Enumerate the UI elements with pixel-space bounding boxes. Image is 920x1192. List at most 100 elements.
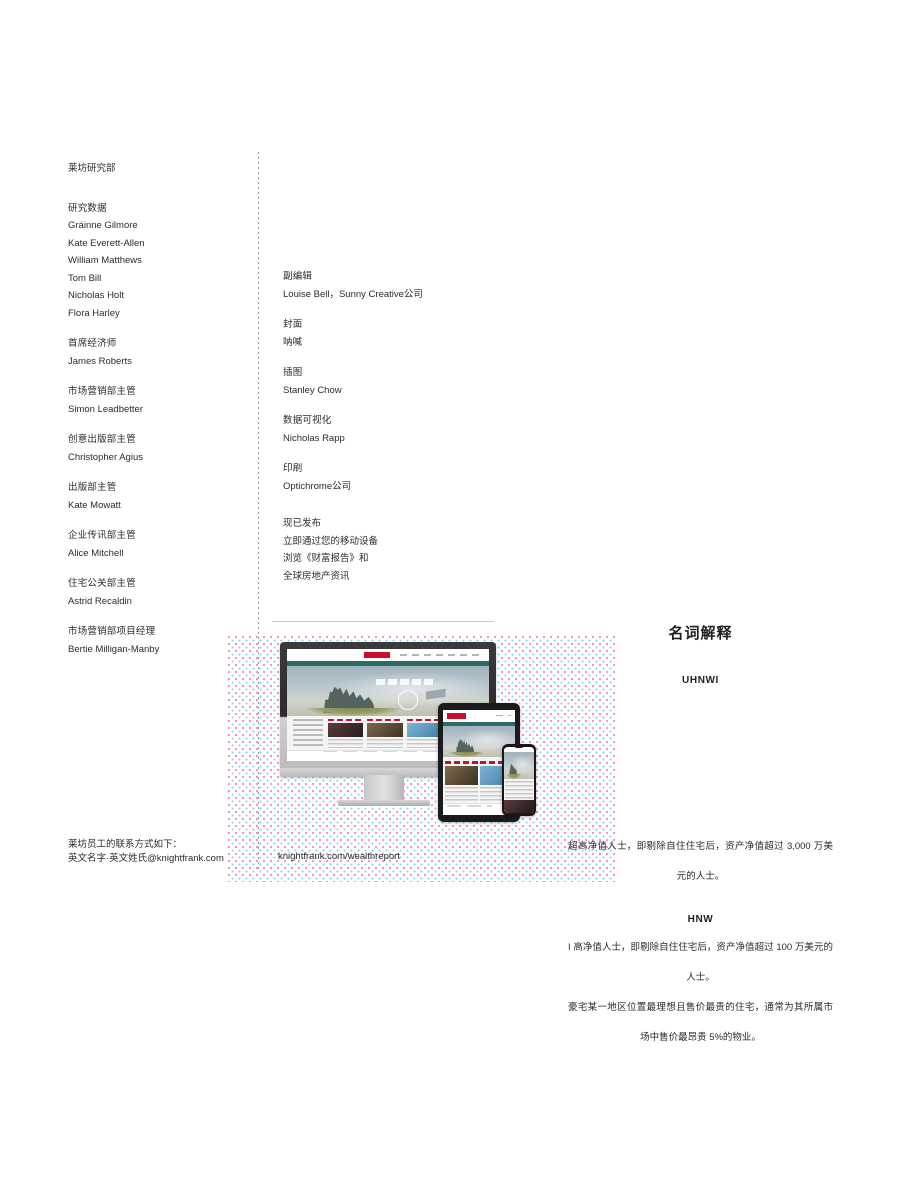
credit-group-printing: 印刷 Optichrome公司 bbox=[283, 460, 513, 495]
glossary-definition: 豪宅某一地区位置最理想且售价最贵的住宅，通常为其所属市场中售价最昂贵 5%的物业… bbox=[568, 1002, 833, 1043]
site-card-row bbox=[504, 781, 534, 800]
credit-role: 市场营销部项目经理 bbox=[68, 626, 156, 637]
promo-line-4: 全球房地产资讯 bbox=[283, 570, 350, 582]
smartphone-mockup bbox=[502, 744, 536, 816]
credit-role: 印刷 bbox=[283, 463, 303, 474]
phone-screen bbox=[504, 747, 534, 813]
credit-person: James Roberts bbox=[68, 355, 132, 367]
credit-person: Optichrome公司 bbox=[283, 480, 352, 492]
knight-frank-logo bbox=[447, 712, 467, 719]
site-card-image bbox=[327, 723, 364, 738]
site-card-body-text bbox=[327, 739, 364, 748]
glossary-definition: 超高净值人士，即剔除自住住宅后，资产净值超过 3,000 万美元的人士。 bbox=[568, 841, 833, 882]
credit-role: 创意出版部主管 bbox=[68, 434, 136, 445]
credit-role: 出版部主管 bbox=[68, 482, 117, 493]
credit-group-creative-publishing: 创意出版部主管 Christopher Agius bbox=[68, 431, 246, 466]
promo-line-3: 浏览《财富报告》和 bbox=[283, 553, 369, 564]
site-card bbox=[327, 719, 364, 748]
monitor-stand-base bbox=[338, 800, 430, 806]
credit-role: 住宅公关部主管 bbox=[68, 578, 136, 589]
hero-aircraft-graphic bbox=[416, 685, 474, 701]
credit-group-marketing-project-manager: 市场营销部项目经理 Bertie Milligan-Manby bbox=[68, 623, 246, 658]
credit-role: 副编辑 bbox=[283, 271, 313, 282]
site-card-heading bbox=[445, 761, 479, 765]
credit-group-data-visualisation: 数据可视化 Nicholas Rapp bbox=[283, 412, 513, 447]
promo-line-2: 立即通过您的移动设备 bbox=[283, 535, 379, 547]
contact-line-1: 莱坊员工的联系方式如下： bbox=[68, 839, 183, 850]
credit-person: Stanley Chow bbox=[283, 384, 342, 396]
credit-person: Christopher Agius bbox=[68, 451, 143, 463]
site-content-area bbox=[504, 778, 534, 813]
glossary-entry-uhnwi: UHNWI 超高净值人士，即剔除自住住宅后，资产净值超过 3,000 万美元的人… bbox=[568, 675, 833, 892]
credit-group-chief-economist: 首席经济师 James Roberts bbox=[68, 335, 246, 370]
site-sidebar-text bbox=[293, 719, 324, 748]
website-render-phone bbox=[504, 747, 534, 813]
phone-notch bbox=[514, 744, 524, 748]
site-card-body-text bbox=[445, 787, 479, 801]
promo-divider-rule bbox=[272, 621, 494, 622]
site-card-heading bbox=[327, 719, 364, 722]
glossary-spacer bbox=[568, 892, 833, 914]
glossary-definition: I 高净值人士，即剔除自住住宅后，资产净值超过 100 万美元的人士。 bbox=[568, 942, 833, 983]
site-topbar bbox=[287, 649, 489, 663]
credit-person: Gráinne Gilmore bbox=[68, 220, 138, 231]
credits-middle-column: 副编辑 Louise Bell，Sunny Creative公司 封面 呐喊 插… bbox=[283, 268, 513, 585]
contact-info: 莱坊员工的联系方式如下： 英文名字·英文姓氏@knightfrank.com bbox=[68, 838, 268, 866]
site-nav-links bbox=[400, 654, 481, 656]
credit-person: Simon Leadbetter bbox=[68, 403, 143, 415]
phone-feature-image bbox=[504, 799, 534, 813]
site-card-body-text bbox=[367, 739, 404, 748]
credit-role: 数据可视化 bbox=[283, 415, 332, 426]
credit-person: Astrid Recaldin bbox=[68, 595, 132, 607]
credit-role: 封面 bbox=[283, 319, 303, 330]
glossary-column: 名词解释 UHNWI 超高净值人士，即剔除自住住宅后，资产净值超过 3,000 … bbox=[568, 622, 833, 1053]
promo-block: 现已发布 立即通过您的移动设备 浏览《财富报告》和 全球房地产资讯 bbox=[283, 515, 513, 585]
glossary-title: 名词解释 bbox=[668, 625, 733, 642]
credit-role: 插图 bbox=[283, 367, 303, 378]
credit-person: Nicholas Holt bbox=[68, 290, 124, 301]
promo-line-1: 现已发布 bbox=[283, 518, 322, 529]
credit-person: Kate Everett-Allen bbox=[68, 237, 145, 249]
research-department-title: 莱坊研究部 bbox=[68, 163, 116, 174]
contact-line-2: 英文名字·英文姓氏@knightfrank.com bbox=[68, 853, 224, 864]
credit-person: Louise Bell，Sunny Creative公司 bbox=[283, 288, 423, 300]
site-footer-links bbox=[323, 751, 457, 753]
credit-person: Kate Mowatt bbox=[68, 499, 121, 511]
credit-group-residential-pr: 住宅公关部主管 Astrid Recaldin bbox=[68, 575, 246, 610]
glossary-term: UHNWI bbox=[682, 675, 719, 686]
site-footer-links bbox=[447, 804, 492, 807]
credit-group-marketing-head: 市场营销部主管 Simon Leadbetter bbox=[68, 383, 246, 418]
credit-person: Nicholas Rapp bbox=[283, 432, 345, 444]
monitor-stand-neck bbox=[364, 775, 404, 801]
knight-frank-logo bbox=[363, 651, 390, 659]
credit-group-deputy-editor: 副编辑 Louise Bell，Sunny Creative公司 bbox=[283, 268, 513, 303]
credit-person: William Matthews bbox=[68, 255, 142, 266]
site-card bbox=[367, 719, 404, 748]
credit-group-illustration: 插图 Stanley Chow bbox=[283, 364, 513, 399]
hero-terrain-graphic bbox=[307, 708, 401, 717]
site-hero-banner bbox=[504, 752, 534, 779]
credit-person: Tom Bill bbox=[68, 272, 102, 284]
credit-group-corporate-comms: 企业传讯部主管 Alice Mitchell bbox=[68, 527, 246, 562]
site-card-heading bbox=[367, 719, 404, 722]
credit-group-cover: 封面 呐喊 bbox=[283, 316, 513, 351]
device-mockup-image bbox=[276, 640, 546, 830]
site-card-image bbox=[367, 723, 404, 738]
credits-left-column: 莱坊研究部 研究数据 Gráinne Gilmore Kate Everett-… bbox=[68, 160, 246, 658]
credit-person: 呐喊 bbox=[283, 336, 303, 348]
column-divider bbox=[258, 152, 259, 870]
glossary-entry-hnwi: HNW I 高净值人士，即剔除自住住宅后，资产净值超过 100 万美元的人士。 bbox=[568, 914, 833, 993]
site-card-image bbox=[445, 766, 479, 786]
credit-person: Alice Mitchell bbox=[68, 547, 124, 559]
site-nav-links bbox=[495, 714, 512, 717]
hero-play-circle-icon bbox=[398, 689, 419, 711]
credit-role: 首席经济师 bbox=[68, 338, 117, 349]
wealth-report-url[interactable]: knightfrank.com/wealthreport bbox=[278, 851, 400, 862]
credit-group-publishing-head: 出版部主管 Kate Mowatt bbox=[68, 479, 246, 514]
credit-role: 市场营销部主管 bbox=[68, 386, 136, 397]
hero-title-text bbox=[375, 678, 437, 686]
site-card-body-text bbox=[504, 781, 534, 800]
site-card bbox=[504, 781, 534, 800]
credit-person: Bertie Milligan-Manby bbox=[68, 643, 160, 655]
credit-role: 研究数据 bbox=[68, 202, 107, 214]
